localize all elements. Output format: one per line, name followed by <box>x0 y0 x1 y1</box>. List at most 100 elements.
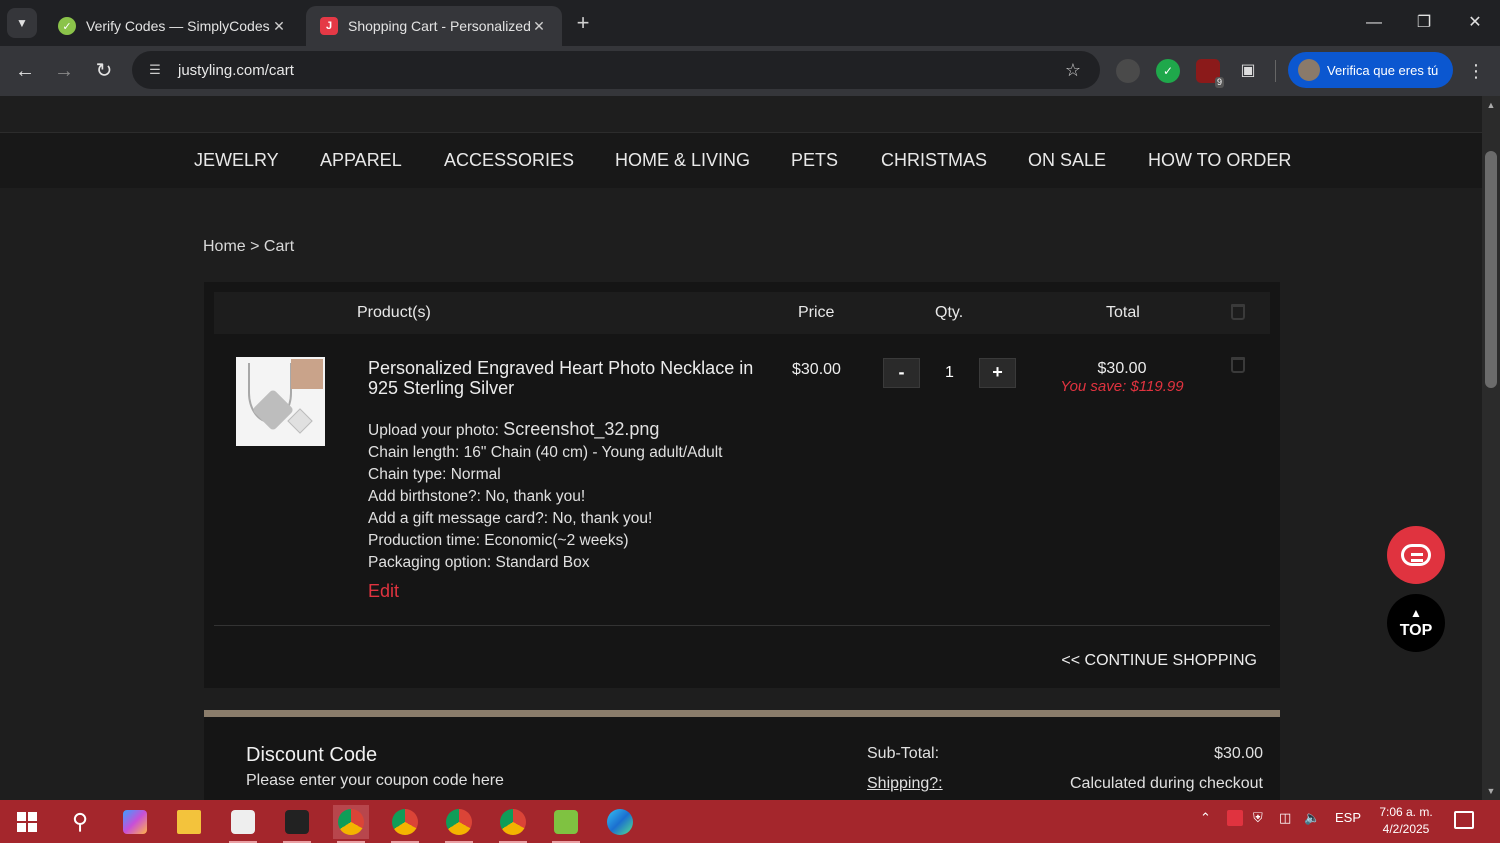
nav-christmas[interactable]: CHRISTMAS <box>881 150 987 171</box>
profile-label: Verifica que eres tú <box>1327 62 1439 78</box>
address-bar[interactable]: ☰ justyling.com/cart ☆ <box>132 51 1100 89</box>
clock-time: 7:06 a. m. <box>1379 805 1433 819</box>
avatar <box>1298 59 1320 81</box>
clock[interactable]: 7:06 a. m. 4/2/2025 <box>1376 804 1436 838</box>
edge-icon[interactable] <box>602 805 638 839</box>
site-info-icon[interactable]: ☰ <box>146 61 164 79</box>
cart-table: Product(s) Price Qty. Total Personalized… <box>204 282 1280 688</box>
option-line: Add birthstone?: No, thank you! <box>368 488 586 505</box>
product-name[interactable]: Personalized Engraved Heart Photo Neckla… <box>368 358 758 398</box>
header-product: Product(s) <box>357 304 431 321</box>
option-line: Add a gift message card?: No, thank you! <box>368 510 653 527</box>
main-navigation: JEWELRY APPAREL ACCESSORIES HOME & LIVIN… <box>0 132 1482 188</box>
page-viewport: JEWELRY APPAREL ACCESSORIES HOME & LIVIN… <box>0 96 1482 800</box>
ublock-icon[interactable]: 9 <box>1196 59 1224 88</box>
nav-jewelry[interactable]: JEWELRY <box>194 150 279 171</box>
tab-search-button[interactable]: ▼ <box>7 8 37 38</box>
option-line: Packaging option: Standard Box <box>368 554 590 571</box>
more-menu-icon[interactable]: ⋮ <box>1464 56 1488 86</box>
search-icon[interactable]: ⚲ <box>62 805 98 839</box>
breadcrumb[interactable]: Home > Cart <box>203 238 294 256</box>
nav-accessories[interactable]: ACCESSORIES <box>444 150 574 171</box>
notification-icon[interactable] <box>1454 811 1474 829</box>
chrome-icon[interactable] <box>441 805 477 843</box>
profile-button[interactable]: Verifica que eres tú <box>1288 52 1453 88</box>
quantity-stepper: - 1 + <box>883 358 1016 388</box>
volume-icon[interactable]: 🔈 <box>1304 810 1320 826</box>
reload-button[interactable]: ↻ <box>89 56 119 86</box>
row-divider <box>214 625 1270 626</box>
network-icon[interactable]: ◫ <box>1279 810 1291 826</box>
tab-shopping-cart[interactable]: J Shopping Cart - Personalized G ✕ <box>306 6 562 46</box>
chrome-icon[interactable] <box>387 805 423 843</box>
chevron-up-icon[interactable]: ⌃ <box>1200 810 1211 826</box>
scroll-up-arrow-icon[interactable]: ▲ <box>1486 100 1496 110</box>
chrome-icon[interactable] <box>333 805 369 843</box>
url-text[interactable]: justyling.com/cart <box>178 62 1058 79</box>
remove-item-trash-icon[interactable] <box>1231 357 1245 373</box>
edit-link[interactable]: Edit <box>368 581 399 602</box>
tab-simplycodes[interactable]: ✓ Verify Codes — SimplyCodes ✕ <box>44 6 302 46</box>
shield-icon[interactable]: ⛨ <box>1253 810 1263 826</box>
nav-home-living[interactable]: HOME & LIVING <box>615 150 750 171</box>
tray-app-icon[interactable] <box>1227 810 1243 826</box>
new-tab-button[interactable]: + <box>570 10 596 36</box>
back-to-top-button[interactable]: ▲ TOP <box>1387 594 1445 652</box>
chat-button[interactable] <box>1387 526 1445 584</box>
chrome-icon[interactable] <box>495 805 531 843</box>
section-divider <box>204 710 1280 717</box>
extension-icon[interactable] <box>1116 59 1140 83</box>
scrollbar-thumb[interactable] <box>1485 151 1497 388</box>
qty-decrease-button[interactable]: - <box>883 358 920 388</box>
language-indicator[interactable]: ESP <box>1335 810 1361 825</box>
forward-button[interactable]: → <box>49 56 79 86</box>
header-qty: Qty. <box>935 304 964 321</box>
arrow-up-icon: ▲ <box>1410 606 1422 620</box>
option-line: Chain length: 16" Chain (40 cm) - Young … <box>368 444 723 461</box>
site-logo[interactable] <box>555 96 575 119</box>
nav-on-sale[interactable]: ON SALE <box>1028 150 1106 171</box>
windows-start-icon[interactable] <box>9 805 45 839</box>
windows-taskbar: ⚲ ⌃ ⛨ ◫ 🔈 ESP 7:06 a. m. 4/2/2025 <box>0 800 1500 843</box>
nav-how-to-order[interactable]: HOW TO ORDER <box>1148 150 1291 171</box>
bookmark-star-icon[interactable]: ☆ <box>1058 60 1088 81</box>
shipping-link[interactable]: Shipping?: <box>867 775 943 793</box>
qty-increase-button[interactable]: + <box>979 358 1016 388</box>
restore-button[interactable]: ❐ <box>1401 8 1447 38</box>
extension-badge: 9 <box>1214 77 1224 88</box>
continue-shopping-link[interactable]: << CONTINUE SHOPPING <box>1061 652 1257 670</box>
chat-bubble-icon <box>1401 544 1431 566</box>
option-line: Chain type: Normal <box>368 466 501 483</box>
trash-icon[interactable] <box>1231 304 1245 320</box>
back-button[interactable]: ← <box>10 56 40 86</box>
nav-pets[interactable]: PETS <box>791 150 838 171</box>
close-icon[interactable]: ✕ <box>530 18 548 35</box>
product-thumbnail[interactable] <box>236 357 325 446</box>
app-icon[interactable] <box>225 805 261 843</box>
header-price: Price <box>798 304 835 321</box>
notepad-icon[interactable] <box>548 805 584 843</box>
browser-toolbar: ← → ↻ ☰ justyling.com/cart ☆ ✓ 9 ▣ Verif… <box>0 46 1500 96</box>
line-total: $30.00 <box>1097 360 1147 377</box>
scroll-down-arrow-icon[interactable]: ▼ <box>1486 786 1496 796</box>
discount-subtitle: Please enter your coupon code here <box>246 772 504 789</box>
close-icon[interactable]: ✕ <box>270 18 288 35</box>
you-save-text: You save: $119.99 <box>1060 378 1184 395</box>
copilot-icon[interactable] <box>117 805 153 839</box>
top-label: TOP <box>1399 622 1433 639</box>
tab-title: Shopping Cart - Personalized G <box>348 18 530 34</box>
page-scrollbar[interactable]: ▲ ▼ <box>1482 96 1500 800</box>
minimize-button[interactable]: — <box>1351 8 1397 38</box>
nav-apparel[interactable]: APPAREL <box>320 150 402 171</box>
subtotal-label: Sub-Total: <box>867 745 940 762</box>
qty-input[interactable]: 1 <box>920 358 979 388</box>
file-explorer-icon[interactable] <box>171 805 207 839</box>
clock-date: 4/2/2025 <box>1382 822 1430 836</box>
tab-strip: ▼ ✓ Verify Codes — SimplyCodes ✕ J Shopp… <box>0 0 1500 46</box>
extensions-puzzle-icon[interactable]: ▣ <box>1236 59 1260 83</box>
check-extension-icon[interactable]: ✓ <box>1156 59 1180 83</box>
cart-header-row: Product(s) Price Qty. Total <box>214 292 1270 334</box>
shipping-value: Calculated during checkout <box>1069 775 1263 792</box>
window-close-button[interactable]: ✕ <box>1452 8 1498 38</box>
app-icon[interactable] <box>279 805 315 843</box>
